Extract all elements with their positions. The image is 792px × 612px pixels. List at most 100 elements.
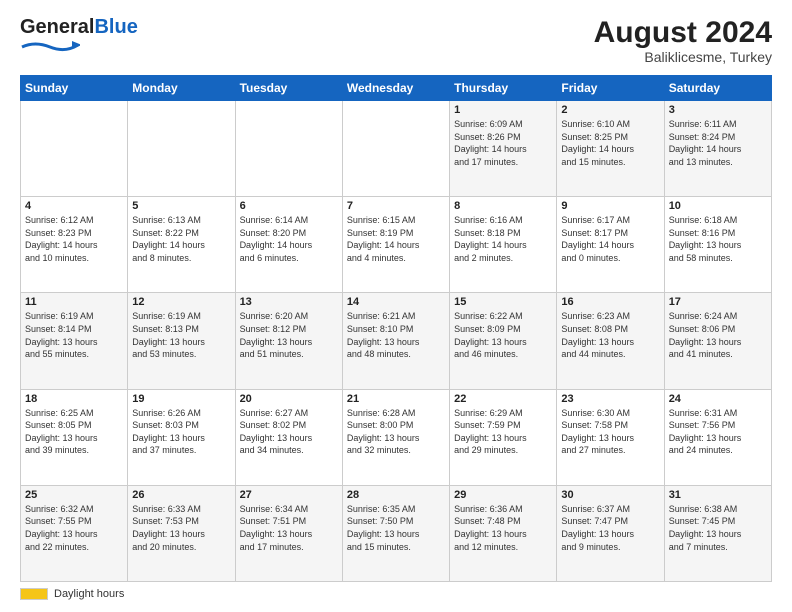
table-row	[235, 101, 342, 197]
title-block: August 2024 Baliklicesme, Turkey	[594, 16, 772, 65]
day-info: Sunrise: 6:13 AM Sunset: 8:22 PM Dayligh…	[132, 214, 230, 264]
day-info: Sunrise: 6:30 AM Sunset: 7:58 PM Dayligh…	[561, 407, 659, 457]
day-number: 13	[240, 296, 338, 308]
table-row: 24 Sunrise: 6:31 AM Sunset: 7:56 PM Dayli…	[664, 389, 771, 485]
footer-label: Daylight hours	[54, 588, 124, 600]
day-number: 17	[669, 296, 767, 308]
day-number: 3	[669, 104, 767, 116]
table-row: 15 Sunrise: 6:22 AM Sunset: 8:09 PM Dayli…	[450, 293, 557, 389]
day-number: 27	[240, 489, 338, 501]
day-number: 2	[561, 104, 659, 116]
day-info: Sunrise: 6:20 AM Sunset: 8:12 PM Dayligh…	[240, 310, 338, 360]
table-row: 1Sunrise: 6:09 AM Sunset: 8:26 PM Daylig…	[450, 101, 557, 197]
day-info: Sunrise: 6:34 AM Sunset: 7:51 PM Dayligh…	[240, 503, 338, 553]
table-row: 11 Sunrise: 6:19 AM Sunset: 8:14 PM Dayli…	[21, 293, 128, 389]
day-number: 15	[454, 296, 552, 308]
table-row: 5 Sunrise: 6:13 AM Sunset: 8:22 PM Daylig…	[128, 197, 235, 293]
day-number: 24	[669, 393, 767, 405]
day-number: 18	[25, 393, 123, 405]
table-row: 12Sunrise: 6:19 AM Sunset: 8:13 PM Dayli…	[128, 293, 235, 389]
day-number: 5	[132, 200, 230, 212]
header: GeneralBlue August 2024 Baliklicesme, Tu…	[20, 16, 772, 65]
day-info: Sunrise: 6:15 AM Sunset: 8:19 PM Dayligh…	[347, 214, 445, 264]
col-monday: Monday	[128, 76, 235, 101]
day-number: 29	[454, 489, 552, 501]
logo: GeneralBlue	[20, 16, 138, 60]
day-info: Sunrise: 6:10 AM Sunset: 8:25 PM Dayligh…	[561, 118, 659, 168]
table-row: 23 Sunrise: 6:30 AM Sunset: 7:58 PM Dayli…	[557, 389, 664, 485]
day-info: Sunrise: 6:31 AM Sunset: 7:56 PM Dayligh…	[669, 407, 767, 457]
col-wednesday: Wednesday	[342, 76, 449, 101]
day-number: 25	[25, 489, 123, 501]
table-row: 16 Sunrise: 6:23 AM Sunset: 8:08 PM Dayli…	[557, 293, 664, 389]
day-info: Sunrise: 6:32 AM Sunset: 7:55 PM Dayligh…	[25, 503, 123, 553]
day-number: 7	[347, 200, 445, 212]
table-row: 25 Sunrise: 6:32 AM Sunset: 7:55 PM Dayli…	[21, 485, 128, 581]
day-number: 22	[454, 393, 552, 405]
day-number: 19	[132, 393, 230, 405]
calendar-week-4: 18 Sunrise: 6:25 AM Sunset: 8:05 PM Dayli…	[21, 389, 772, 485]
day-number: 10	[669, 200, 767, 212]
calendar-week-2: 4Sunrise: 6:12 AM Sunset: 8:23 PM Daylig…	[21, 197, 772, 293]
calendar-week-5: 25 Sunrise: 6:32 AM Sunset: 7:55 PM Dayli…	[21, 485, 772, 581]
day-info: Sunrise: 6:27 AM Sunset: 8:02 PM Dayligh…	[240, 407, 338, 457]
table-row: 14 Sunrise: 6:21 AM Sunset: 8:10 PM Dayli…	[342, 293, 449, 389]
day-info: Sunrise: 6:16 AM Sunset: 8:18 PM Dayligh…	[454, 214, 552, 264]
day-number: 11	[25, 296, 123, 308]
day-info: Sunrise: 6:19 AM Sunset: 8:13 PM Dayligh…	[132, 310, 230, 360]
table-row: 7 Sunrise: 6:15 AM Sunset: 8:19 PM Daylig…	[342, 197, 449, 293]
day-info: Sunrise: 6:26 AM Sunset: 8:03 PM Dayligh…	[132, 407, 230, 457]
day-number: 6	[240, 200, 338, 212]
day-number: 23	[561, 393, 659, 405]
table-row: 31 Sunrise: 6:38 AM Sunset: 7:45 PM Dayli…	[664, 485, 771, 581]
table-row	[21, 101, 128, 197]
day-info: Sunrise: 6:33 AM Sunset: 7:53 PM Dayligh…	[132, 503, 230, 553]
calendar-week-3: 11 Sunrise: 6:19 AM Sunset: 8:14 PM Dayli…	[21, 293, 772, 389]
day-number: 8	[454, 200, 552, 212]
page: GeneralBlue August 2024 Baliklicesme, Tu…	[0, 0, 792, 612]
table-row: 18 Sunrise: 6:25 AM Sunset: 8:05 PM Dayli…	[21, 389, 128, 485]
day-info: Sunrise: 6:23 AM Sunset: 8:08 PM Dayligh…	[561, 310, 659, 360]
table-row: 8 Sunrise: 6:16 AM Sunset: 8:18 PM Daylig…	[450, 197, 557, 293]
table-row: 27 Sunrise: 6:34 AM Sunset: 7:51 PM Dayli…	[235, 485, 342, 581]
day-info: Sunrise: 6:37 AM Sunset: 7:47 PM Dayligh…	[561, 503, 659, 553]
day-info: Sunrise: 6:19 AM Sunset: 8:14 PM Dayligh…	[25, 310, 123, 360]
table-row: 3 Sunrise: 6:11 AM Sunset: 8:24 PM Daylig…	[664, 101, 771, 197]
table-row: 22 Sunrise: 6:29 AM Sunset: 7:59 PM Dayli…	[450, 389, 557, 485]
table-row: 4Sunrise: 6:12 AM Sunset: 8:23 PM Daylig…	[21, 197, 128, 293]
day-info: Sunrise: 6:38 AM Sunset: 7:45 PM Dayligh…	[669, 503, 767, 553]
table-row: 13 Sunrise: 6:20 AM Sunset: 8:12 PM Dayli…	[235, 293, 342, 389]
table-row: 19 Sunrise: 6:26 AM Sunset: 8:03 PM Dayli…	[128, 389, 235, 485]
day-info: Sunrise: 6:22 AM Sunset: 8:09 PM Dayligh…	[454, 310, 552, 360]
day-info: Sunrise: 6:28 AM Sunset: 8:00 PM Dayligh…	[347, 407, 445, 457]
month-year: August 2024	[594, 16, 772, 49]
day-number: 30	[561, 489, 659, 501]
day-info: Sunrise: 6:29 AM Sunset: 7:59 PM Dayligh…	[454, 407, 552, 457]
table-row	[128, 101, 235, 197]
table-row: 6 Sunrise: 6:14 AM Sunset: 8:20 PM Daylig…	[235, 197, 342, 293]
day-info: Sunrise: 6:25 AM Sunset: 8:05 PM Dayligh…	[25, 407, 123, 457]
logo-text: GeneralBlue	[20, 16, 138, 38]
col-sunday: Sunday	[21, 76, 128, 101]
day-number: 14	[347, 296, 445, 308]
day-number: 16	[561, 296, 659, 308]
day-info: Sunrise: 6:35 AM Sunset: 7:50 PM Dayligh…	[347, 503, 445, 553]
col-thursday: Thursday	[450, 76, 557, 101]
col-friday: Friday	[557, 76, 664, 101]
footer: Daylight hours	[20, 588, 772, 600]
day-number: 1	[454, 104, 552, 116]
day-info: Sunrise: 6:12 AM Sunset: 8:23 PM Dayligh…	[25, 214, 123, 264]
day-info: Sunrise: 6:11 AM Sunset: 8:24 PM Dayligh…	[669, 118, 767, 168]
day-number: 9	[561, 200, 659, 212]
calendar-header-row: Sunday Monday Tuesday Wednesday Thursday…	[21, 76, 772, 101]
day-info: Sunrise: 6:36 AM Sunset: 7:48 PM Dayligh…	[454, 503, 552, 553]
table-row: 28Sunrise: 6:35 AM Sunset: 7:50 PM Dayli…	[342, 485, 449, 581]
logo-icon	[20, 39, 80, 55]
day-info: Sunrise: 6:21 AM Sunset: 8:10 PM Dayligh…	[347, 310, 445, 360]
day-number: 26	[132, 489, 230, 501]
day-info: Sunrise: 6:14 AM Sunset: 8:20 PM Dayligh…	[240, 214, 338, 264]
day-number: 31	[669, 489, 767, 501]
day-number: 21	[347, 393, 445, 405]
day-info: Sunrise: 6:17 AM Sunset: 8:17 PM Dayligh…	[561, 214, 659, 264]
table-row: 9 Sunrise: 6:17 AM Sunset: 8:17 PM Daylig…	[557, 197, 664, 293]
